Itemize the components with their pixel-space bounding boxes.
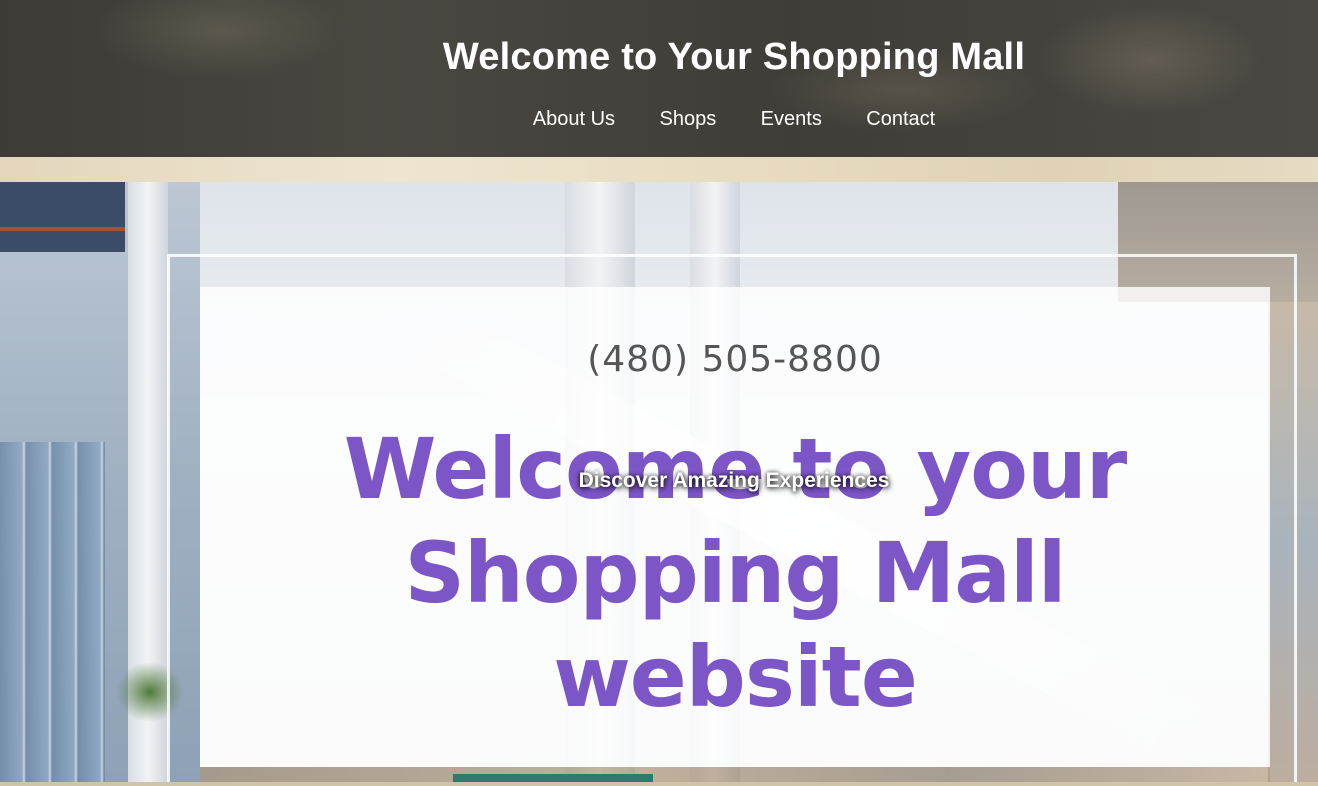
header-divider-band [0, 157, 1318, 182]
nav-link-about-us[interactable]: About Us [533, 108, 615, 131]
nav-link-shops[interactable]: Shops [660, 108, 717, 131]
main-nav: About Us Shops Events Contact [0, 108, 1318, 131]
site-title: Welcome to Your Shopping Mall [442, 36, 1026, 78]
site-header: Welcome to Your Shopping Mall About Us S… [0, 0, 1318, 157]
hero-tagline: Discover Amazing Experiences [578, 469, 890, 492]
hero-heading: Welcome to your Shopping Mall website [200, 417, 1270, 729]
nav-link-events[interactable]: Events [761, 108, 822, 131]
hero-heading-line: Shopping Mall [404, 524, 1066, 622]
nav-link-contact[interactable]: Contact [866, 108, 935, 131]
phone-number: (480) 505-8800 [587, 339, 883, 380]
hero-heading-line: website [553, 628, 918, 726]
hero-card: (480) 505-8800 Welcome to your Shopping … [200, 287, 1270, 767]
hero-background-stripe [0, 227, 125, 231]
hero-bottom-accent [453, 774, 653, 782]
page-bottom-strip [0, 782, 1318, 786]
hero-section: (480) 505-8800 Welcome to your Shopping … [0, 182, 1318, 782]
hero-bottom-edge [200, 767, 1270, 782]
hero-background-panel [0, 182, 125, 252]
hero-background-glass [0, 442, 105, 782]
